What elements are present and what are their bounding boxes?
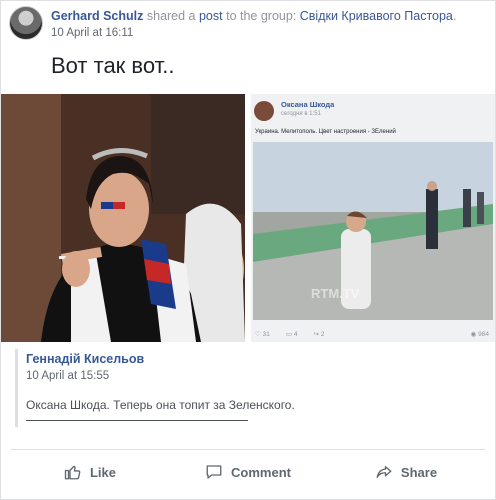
author-avatar[interactable]	[9, 6, 43, 40]
card-shares: ↪ 2	[313, 331, 325, 338]
post-header: Gerhard Schulz shared a post to the grou…	[9, 6, 489, 42]
post-text: Вот так вот..	[51, 53, 175, 78]
card-watermark: RTM.TV	[311, 286, 360, 301]
share-arrow-icon	[376, 466, 392, 478]
shared-text: shared a	[143, 9, 199, 23]
card-likes: ♡ 31	[255, 331, 270, 338]
share-label: Share	[400, 464, 438, 480]
card-subtime: сегодня в 1:51	[281, 111, 321, 117]
period-text: .	[452, 9, 457, 23]
comment-bubble-icon	[206, 465, 222, 479]
post-card: Gerhard Schulz shared a post to the grou…	[0, 0, 496, 500]
card-comments: ▭ 4	[285, 331, 298, 338]
comment-underline	[26, 420, 248, 421]
card-stats: ♡ 31 ▭ 4 ↪ 2	[255, 330, 324, 338]
photo-woman-smoking-art	[1, 94, 245, 342]
shared-comment: Геннадій Кисельов 10 April at 15:55 Окса…	[15, 349, 488, 427]
post-header-line: Gerhard Schulz shared a post to the grou…	[51, 9, 456, 23]
comment-timestamp[interactable]: 10 April at 15:55	[26, 370, 109, 382]
card-caption: Украина. Мелитополь. Цвет настроения - З…	[255, 129, 396, 135]
author-link[interactable]: Gerhard Schulz	[51, 9, 143, 23]
comment-author-link[interactable]: Геннадій Кисельов	[26, 352, 144, 366]
post-timestamp[interactable]: 10 April at 16:11	[51, 27, 133, 39]
card-name: Оксана Шкода	[281, 100, 335, 109]
comment-text: Оксана Шкода. Теперь она топит за Зеленс…	[26, 398, 295, 412]
comment-button[interactable]: Comment	[169, 454, 327, 490]
like-button[interactable]: Like	[11, 454, 169, 490]
to-group-text: to the group:	[222, 9, 300, 23]
comment-label: Comment	[231, 464, 291, 480]
like-label: Like	[89, 464, 116, 480]
photo-social-screenshot[interactable]: Оксана Шкода сегодня в 1:51 Украина. Мел…	[251, 94, 495, 342]
thumbs-up-icon	[64, 465, 81, 480]
share-button[interactable]: Share	[327, 454, 485, 490]
card-views: ◉ 984	[470, 331, 489, 338]
photo-woman-smoking[interactable]	[1, 94, 245, 342]
post-actions: Like Comment Share	[11, 454, 485, 490]
actions-divider	[11, 449, 485, 450]
post-link[interactable]: post	[199, 9, 223, 23]
post-media[interactable]: Оксана Шкода сегодня в 1:51 Украина. Мел…	[1, 94, 495, 342]
group-link[interactable]: Свідки Кривавого Пастора	[300, 9, 453, 23]
